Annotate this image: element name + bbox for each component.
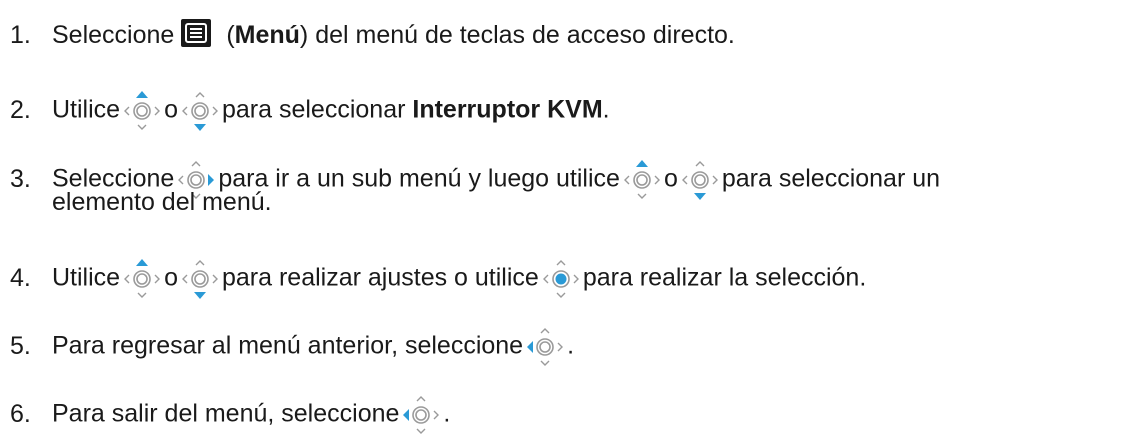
or-text: o xyxy=(663,164,678,193)
step-text-end: para realizar la selección. xyxy=(582,263,867,292)
step-number: 5. xyxy=(10,331,31,360)
step-text-mid: para ir a un sub menú y luego utilice xyxy=(218,164,620,193)
step-number: 3. xyxy=(10,164,31,193)
step-text-mid: para seleccionar xyxy=(221,95,406,124)
step-6: 6. Para salir del menú, seleccione. xyxy=(10,392,1146,438)
step-5: 5. Para regresar al menú anterior, selecc… xyxy=(10,324,1146,370)
or-text: o xyxy=(164,263,178,292)
step-number: 6. xyxy=(10,399,31,428)
step-text-end: ) del menú de teclas de acceso directo. xyxy=(299,21,735,49)
step-text: Utilice xyxy=(52,95,121,124)
joystick-up-icon xyxy=(123,256,161,302)
step-number: 1. xyxy=(10,21,31,49)
step-number: 4. xyxy=(10,263,31,292)
step-text: Seleccione xyxy=(52,21,175,49)
step-text-end: . xyxy=(602,95,610,124)
step-1: 1. Seleccione (Menú) del menú de teclas d… xyxy=(10,18,1146,51)
joystick-left-icon xyxy=(526,324,564,370)
joystick-down-icon xyxy=(181,88,219,134)
joystick-left-icon xyxy=(402,392,440,438)
step-continuation: elemento del menú. xyxy=(52,188,272,216)
step-text: Para regresar al menú anterior, seleccio… xyxy=(52,331,524,360)
step-text-end: . xyxy=(567,331,575,360)
step-3: 3. Seleccione para ir a un sub menú y lueg… xyxy=(10,157,1146,216)
step-text-mid: para realizar ajustes o utilice xyxy=(221,263,539,292)
joystick-up-icon xyxy=(623,157,661,203)
step-text: Utilice xyxy=(52,263,121,292)
kvm-label: Interruptor KVM xyxy=(412,95,603,124)
paren: ( xyxy=(226,21,235,49)
menu-label: Menú xyxy=(234,21,300,49)
step-text-end: . xyxy=(443,399,451,428)
joystick-down-icon xyxy=(681,157,719,203)
step-text-end: para seleccionar un xyxy=(721,164,941,193)
or-text: o xyxy=(164,95,178,124)
menu-list-icon xyxy=(180,18,212,48)
step-2: 2. Utilice o para seleccionar Interruptor K… xyxy=(10,88,1146,134)
instruction-steps: 1. Seleccione (Menú) del menú de teclas d… xyxy=(10,0,1146,434)
step-text: Para salir del menú, seleccione xyxy=(52,399,400,428)
step-number: 2. xyxy=(10,95,31,124)
step-4: 4. Utilice o para realizar ajustes o utilic… xyxy=(10,256,1146,302)
joystick-center-icon xyxy=(542,256,580,302)
joystick-up-icon xyxy=(123,88,161,134)
joystick-down-icon xyxy=(181,256,219,302)
